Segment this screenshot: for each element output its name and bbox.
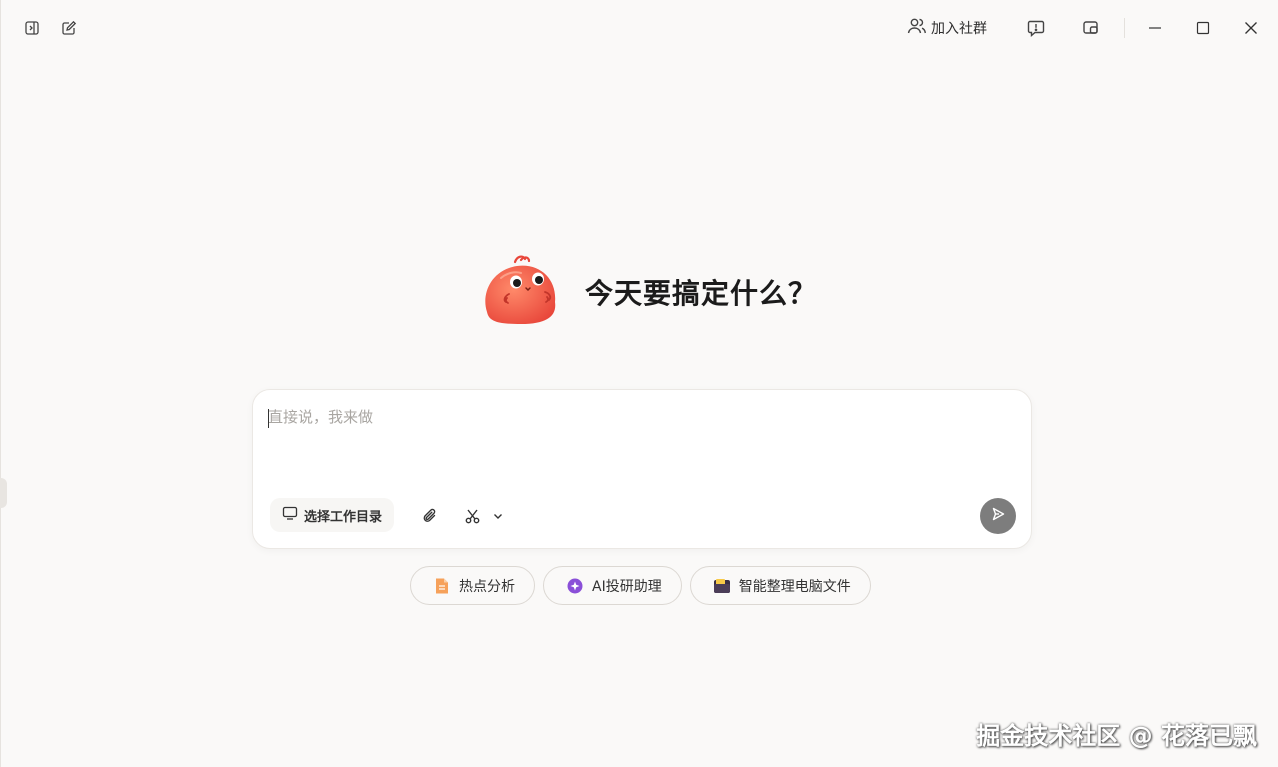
suggestion-chip-ai-research[interactable]: AI投研助理: [543, 566, 682, 605]
picture-in-picture-icon[interactable]: [1077, 14, 1105, 42]
title-bar: 加入社群: [1, 0, 1278, 56]
document-orange-icon: [433, 577, 451, 595]
page-title: 今天要搞定什么？: [585, 277, 818, 310]
prompt-input[interactable]: [268, 406, 1008, 476]
suggestion-chips: 热点分析 AI投研助理 智能整理电脑文件: [410, 566, 871, 605]
suggestion-label: 热点分析: [459, 578, 515, 595]
users-icon: [907, 17, 927, 39]
chevron-down-icon[interactable]: [484, 502, 512, 530]
paperclip-icon[interactable]: [416, 502, 444, 530]
welcome-hero: 今天要搞定什么？: [479, 252, 819, 332]
feedback-icon[interactable]: [1022, 14, 1050, 42]
composer-card: 选择工作目录: [252, 389, 1032, 549]
join-community-button[interactable]: 加入社群: [907, 14, 987, 42]
send-button[interactable]: [980, 498, 1016, 534]
text-caret: [268, 409, 269, 428]
suggestion-chip-hot-analysis[interactable]: 热点分析: [410, 566, 535, 605]
watermark: 掘金技术社区 @ 花落已飘: [976, 722, 1257, 750]
side-handle[interactable]: [0, 478, 7, 508]
maximize-icon[interactable]: [1189, 14, 1217, 42]
edit-icon[interactable]: [55, 14, 83, 42]
suggestion-label: AI投研助理: [592, 578, 662, 595]
select-workdir-button[interactable]: 选择工作目录: [270, 498, 395, 532]
close-icon[interactable]: [1237, 14, 1265, 42]
scissors-icon[interactable]: [459, 502, 487, 530]
community-label: 加入社群: [931, 21, 987, 37]
app-window: 加入社群 今天要搞定什么？ 直接说，我来做 选择工作目录 热点分析 AI投研助理…: [0, 0, 1278, 767]
monitor-icon: [282, 505, 298, 525]
send-icon: [990, 506, 1006, 526]
sparkle-purple-icon: [566, 577, 584, 595]
folder-icon: [713, 577, 731, 595]
minimize-icon[interactable]: [1141, 14, 1169, 42]
workdir-label: 选择工作目录: [304, 509, 383, 525]
sidebar-toggle-icon[interactable]: [18, 14, 46, 42]
suggestion-chip-organize-files[interactable]: 智能整理电脑文件: [689, 566, 871, 605]
suggestion-label: 智能整理电脑文件: [738, 578, 851, 595]
titlebar-divider: [1124, 18, 1125, 38]
mascot-logo: [479, 252, 563, 332]
